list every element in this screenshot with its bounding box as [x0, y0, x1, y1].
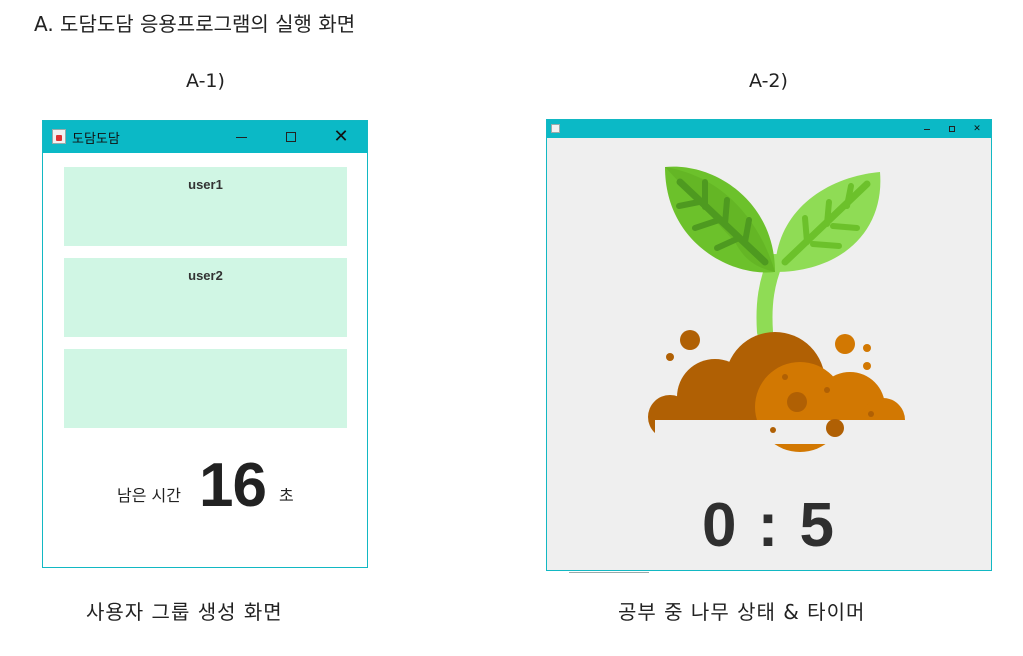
left-leaf — [665, 166, 775, 273]
minimize-button[interactable] — [915, 120, 939, 138]
soil-mound — [648, 330, 905, 452]
minimize-icon — [235, 136, 247, 138]
user-panel-3[interactable] — [64, 349, 347, 428]
maximize-icon — [949, 126, 955, 132]
remaining-time: 남은 시간 16 초 — [43, 451, 367, 524]
user-label: user1 — [188, 177, 223, 192]
user-panel-2[interactable]: user2 — [64, 258, 347, 337]
close-icon: ✕ — [333, 126, 349, 147]
user-label: user2 — [188, 268, 223, 283]
java-app-icon — [52, 129, 66, 144]
window-title: 도담도담 — [72, 131, 120, 146]
sprout-illustration — [648, 166, 905, 452]
label-a1: A-1) — [186, 70, 225, 92]
study-timer: 0 : 5 — [701, 491, 837, 560]
user-panel-1[interactable]: user1 — [64, 167, 347, 246]
taskbar-residue — [569, 572, 649, 573]
caption-a2: 공부 중 나무 상태 & 타이머 — [618, 600, 866, 624]
label-a2: A-2) — [749, 70, 788, 92]
remaining-time-unit: 초 — [279, 486, 294, 505]
caption-a1: 사용자 그룹 생성 화면 — [86, 600, 283, 624]
maximize-icon — [286, 132, 296, 142]
right-leaf — [775, 172, 881, 272]
study-window: ✕ 0: 5 — [546, 119, 992, 573]
minimize-button[interactable] — [219, 121, 263, 153]
title-bar[interactable]: 도담도담 ✕ — [43, 121, 367, 153]
maximize-button[interactable] — [269, 121, 313, 153]
close-button[interactable]: ✕ — [965, 120, 989, 138]
java-app-icon — [551, 124, 560, 133]
close-icon: ✕ — [973, 124, 981, 134]
minimize-icon — [924, 128, 930, 130]
maximize-button[interactable] — [940, 120, 964, 138]
close-button[interactable]: ✕ — [319, 121, 363, 153]
remaining-time-label: 남은 시간 — [117, 486, 181, 505]
remaining-time-value: 16 — [199, 451, 267, 520]
stem — [756, 254, 783, 340]
title-bar[interactable]: ✕ — [547, 120, 991, 138]
group-window: 도담도담 ✕ user1 user2 남은 시간 16 초 — [42, 120, 368, 568]
page-heading: A. 도담도담 응용프로그램의 실행 화면 — [34, 12, 356, 36]
